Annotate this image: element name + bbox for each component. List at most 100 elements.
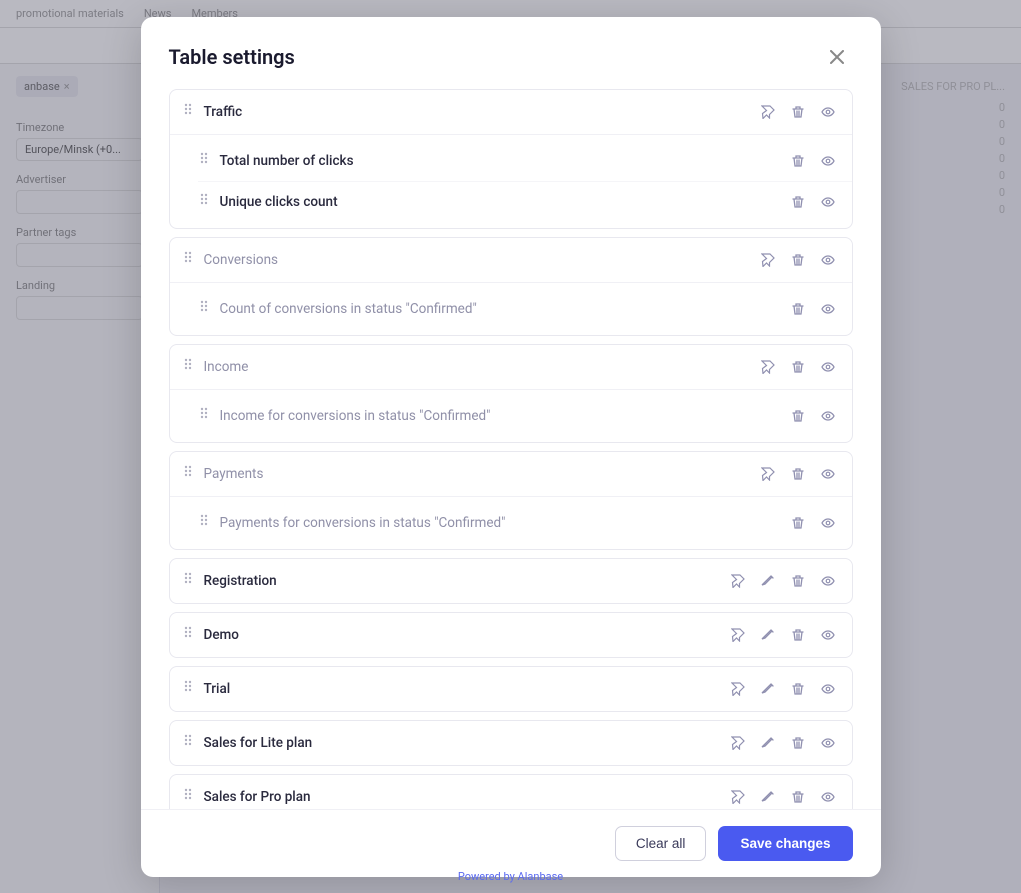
section-actions-traffic [756, 100, 840, 124]
section-demo: Demo [169, 612, 853, 658]
eye-icon[interactable] [816, 297, 840, 321]
modal-title: Table settings [169, 45, 295, 69]
edit-icon[interactable] [756, 785, 780, 809]
child-actions-total-clicks [786, 149, 840, 173]
pin-icon[interactable] [756, 100, 780, 124]
delete-icon[interactable] [786, 731, 810, 755]
drag-handle[interactable] [182, 572, 196, 590]
eye-icon[interactable] [816, 248, 840, 272]
section-header-income: Income [170, 345, 852, 390]
eye-icon[interactable] [816, 785, 840, 809]
drag-handle[interactable] [182, 358, 196, 376]
section-header-trial: Trial [170, 667, 852, 711]
section-header-registration: Registration [170, 559, 852, 603]
pin-icon[interactable] [726, 569, 750, 593]
section-sales-lite: Sales for Lite plan [169, 720, 853, 766]
section-label-trial: Trial [204, 681, 718, 697]
section-header-conversions: Conversions [170, 238, 852, 283]
drag-handle[interactable] [182, 465, 196, 483]
save-changes-button[interactable]: Save changes [718, 826, 852, 861]
eye-icon[interactable] [816, 731, 840, 755]
delete-icon[interactable] [786, 149, 810, 173]
drag-handle[interactable] [182, 734, 196, 752]
children-wrapper-traffic: Total number of clicks Unique clicks coun… [170, 135, 852, 228]
delete-icon[interactable] [786, 100, 810, 124]
pin-icon[interactable] [756, 248, 780, 272]
eye-icon[interactable] [816, 569, 840, 593]
delete-icon[interactable] [786, 404, 810, 428]
pin-icon[interactable] [726, 785, 750, 809]
pin-icon[interactable] [726, 677, 750, 701]
section-actions-conversions [756, 248, 840, 272]
eye-icon[interactable] [816, 511, 840, 535]
pin-icon[interactable] [756, 355, 780, 379]
modal-footer: Clear all Save changes [141, 809, 881, 877]
drag-handle[interactable] [198, 514, 212, 532]
pin-icon[interactable] [726, 731, 750, 755]
drag-handle[interactable] [182, 680, 196, 698]
section-header-sales-pro: Sales for Pro plan [170, 775, 852, 809]
modal-backdrop: Table settings TrafficTotal number of cl… [0, 0, 1021, 893]
edit-icon[interactable] [756, 731, 780, 755]
edit-icon[interactable] [756, 569, 780, 593]
section-trial: Trial [169, 666, 853, 712]
drag-handle[interactable] [182, 626, 196, 644]
drag-handle[interactable] [198, 152, 212, 170]
section-actions-income [756, 355, 840, 379]
drag-handle[interactable] [182, 103, 196, 121]
edit-icon[interactable] [756, 623, 780, 647]
drag-handle[interactable] [198, 407, 212, 425]
drag-handle[interactable] [182, 251, 196, 269]
section-header-payments: Payments [170, 452, 852, 497]
child-actions-income-confirmed [786, 404, 840, 428]
section-label-conversions: Conversions [204, 252, 748, 268]
delete-icon[interactable] [786, 355, 810, 379]
section-label-sales-pro: Sales for Pro plan [204, 789, 718, 805]
modal-close-button[interactable] [821, 41, 853, 73]
delete-icon[interactable] [786, 462, 810, 486]
section-label-registration: Registration [204, 573, 718, 589]
delete-icon[interactable] [786, 248, 810, 272]
child-row-total-clicks: Total number of clicks [198, 141, 852, 182]
child-row-unique-clicks: Unique clicks count [198, 182, 852, 222]
section-conversions: Conversions Count of conversions in statu… [169, 237, 853, 336]
delete-icon[interactable] [786, 785, 810, 809]
pin-icon[interactable] [756, 462, 780, 486]
eye-icon[interactable] [816, 100, 840, 124]
clear-all-button[interactable]: Clear all [615, 826, 707, 861]
child-row-conversions-confirmed: Count of conversions in status "Confirme… [198, 289, 852, 329]
drag-handle[interactable] [198, 300, 212, 318]
child-label-payments-confirmed: Payments for conversions in status "Conf… [220, 515, 778, 531]
eye-icon[interactable] [816, 149, 840, 173]
section-actions-sales-pro [726, 785, 840, 809]
section-actions-trial [726, 677, 840, 701]
section-actions-payments [756, 462, 840, 486]
section-header-sales-lite: Sales for Lite plan [170, 721, 852, 765]
modal-body: TrafficTotal number of clicksUnique clic… [141, 89, 881, 809]
edit-icon[interactable] [756, 677, 780, 701]
eye-icon[interactable] [816, 462, 840, 486]
powered-by: Powered by Alanbase [458, 870, 563, 883]
section-actions-sales-lite [726, 731, 840, 755]
delete-icon[interactable] [786, 511, 810, 535]
child-label-income-confirmed: Income for conversions in status "Confir… [220, 408, 778, 424]
child-label-unique-clicks: Unique clicks count [220, 194, 778, 210]
eye-icon[interactable] [816, 623, 840, 647]
section-label-payments: Payments [204, 466, 748, 482]
child-actions-conversions-confirmed [786, 297, 840, 321]
eye-icon[interactable] [816, 190, 840, 214]
section-label-income: Income [204, 359, 748, 375]
eye-icon[interactable] [816, 404, 840, 428]
delete-icon[interactable] [786, 190, 810, 214]
eye-icon[interactable] [816, 355, 840, 379]
eye-icon[interactable] [816, 677, 840, 701]
delete-icon[interactable] [786, 623, 810, 647]
delete-icon[interactable] [786, 297, 810, 321]
pin-icon[interactable] [726, 623, 750, 647]
drag-handle[interactable] [182, 788, 196, 806]
delete-icon[interactable] [786, 677, 810, 701]
modal-header: Table settings [141, 17, 881, 89]
drag-handle[interactable] [198, 193, 212, 211]
section-actions-demo [726, 623, 840, 647]
delete-icon[interactable] [786, 569, 810, 593]
